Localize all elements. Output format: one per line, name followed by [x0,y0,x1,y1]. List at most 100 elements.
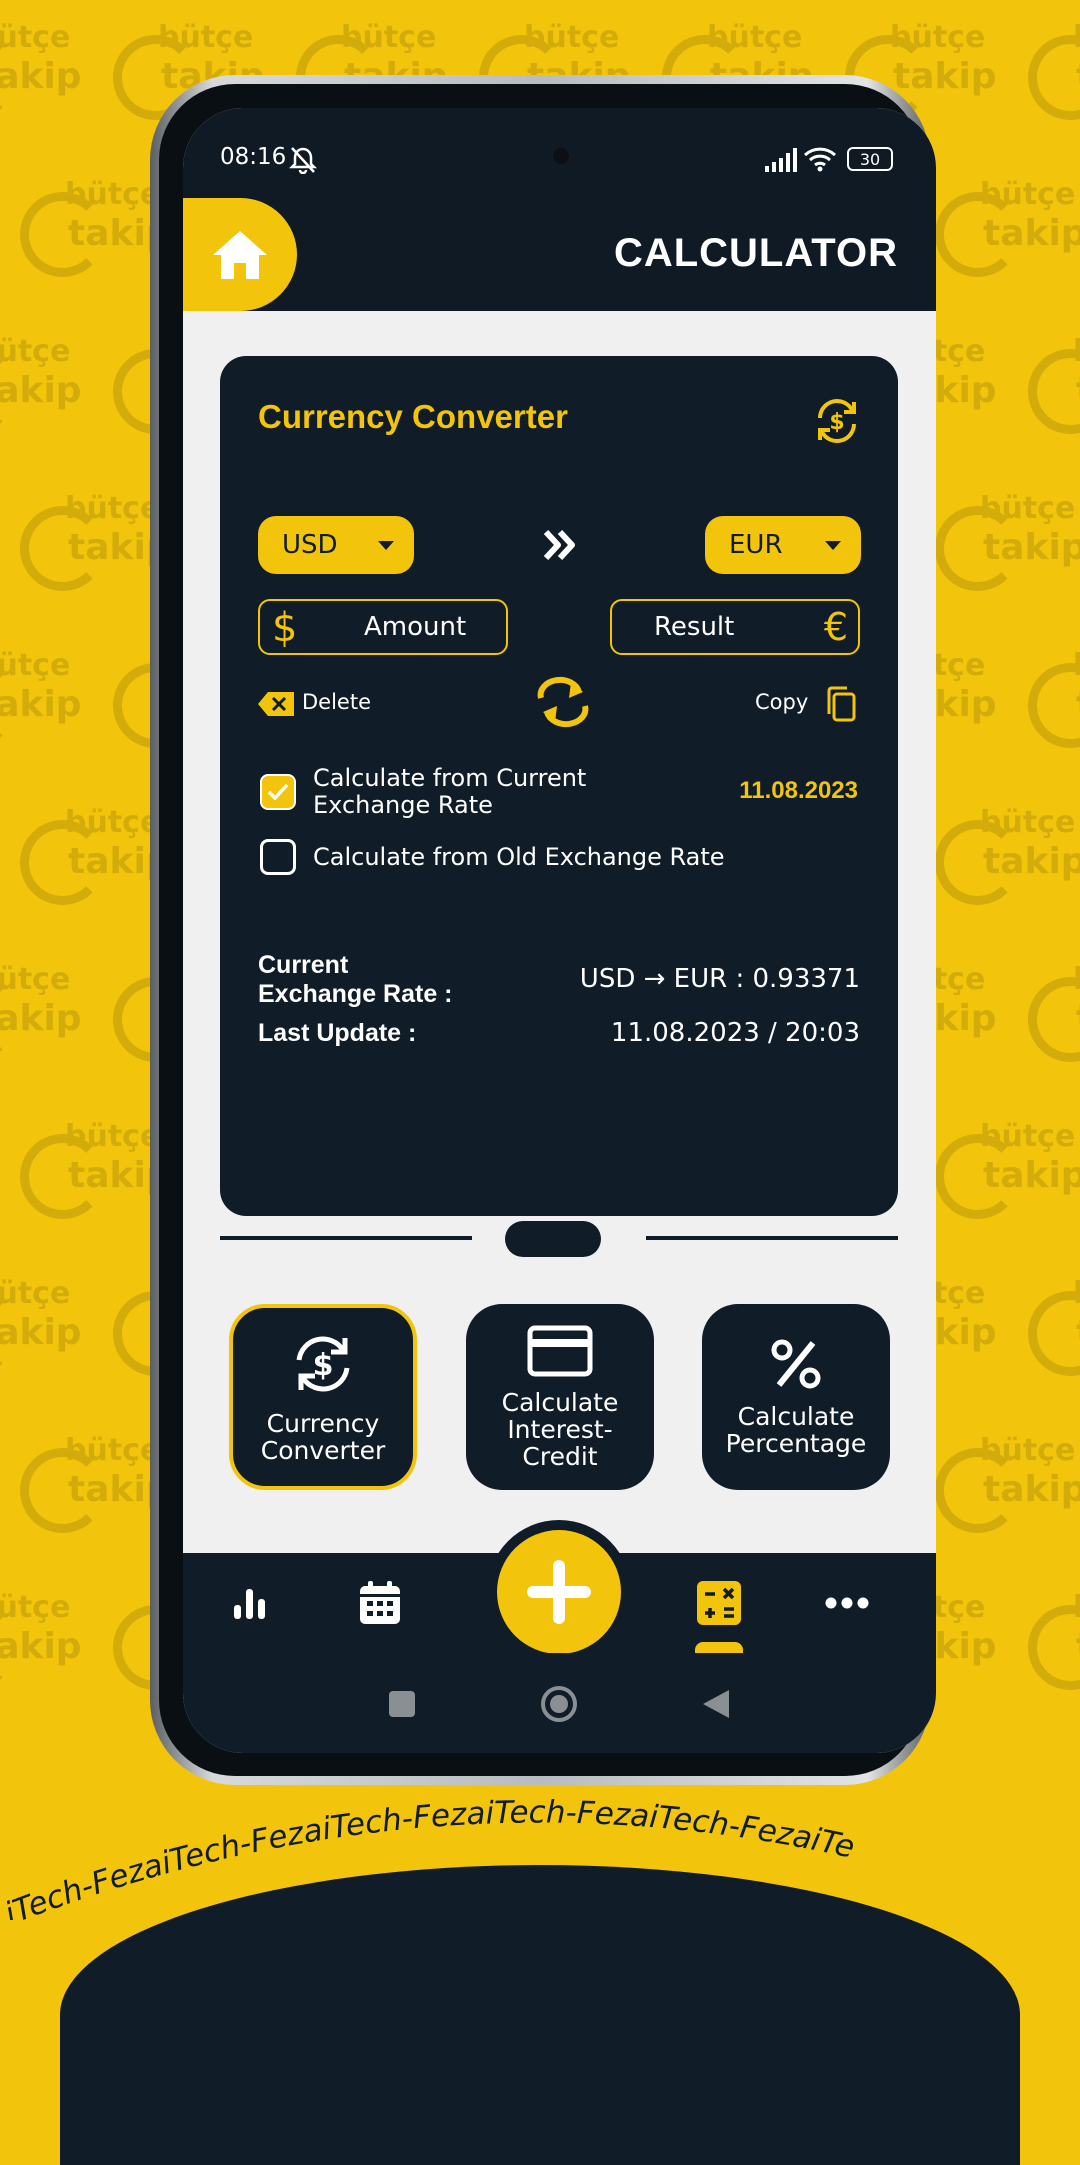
euro-icon: € [823,605,848,649]
watermark-logo: bütçetakip [935,805,1080,915]
watermark-logo: bütçetakip [935,1433,1080,1543]
watermark-logo: bütçetakip [1028,962,1080,1072]
svg-text:$: $ [829,410,844,435]
old-rate-checkbox[interactable] [260,839,296,875]
delete-label: Delete [302,690,371,714]
nav-statistics[interactable] [220,1573,280,1633]
amount-input[interactable]: $ Amount [258,599,508,655]
phone-frame: 08:16 30 CALCULATOR Currency Converter $… [150,75,936,1785]
more-icon [825,1597,869,1609]
result-placeholder: Result [654,612,735,642]
nav-more[interactable] [817,1573,877,1633]
branding-text: iTech-FezaiTech-FezaiTech-FezaiTech-Feza… [0,1794,858,1920]
plus-icon [527,1560,591,1624]
old-rate-label: Calculate from Old Exchange Rate [313,843,725,871]
watermark-logo: bütçetakip [20,1433,172,1543]
watermark-logo: bütçetakip [1028,1276,1080,1386]
card-title: Currency Converter [258,398,568,435]
watermark-logo: bütçetakip [935,177,1080,287]
calculator-icon [697,1581,741,1625]
bar-chart-icon [234,1589,265,1619]
battery-icon: 30 [847,147,893,171]
tile-label: Currency Converter [260,1409,386,1465]
double-arrow-icon [543,529,575,561]
tile-label: Calculate Percentage [725,1402,867,1458]
tile-currency-converter[interactable]: $ Currency Converter [229,1304,417,1490]
watermark-logo: bütçetakip [0,20,82,130]
rate-value: USD → EUR : 0.93371 [579,964,860,994]
watermark-logo: bütçetakip [0,962,82,1072]
credit-card-icon [527,1325,593,1376]
amount-placeholder: Amount [364,612,467,642]
status-bar: 08:16 30 [183,108,936,198]
svg-text:iTech-FezaiTech-FezaiTech-Feza: iTech-FezaiTech-FezaiTech-FezaiTech-Feza… [0,1794,858,1920]
status-time: 08:16 [220,144,287,170]
divider-handle [505,1221,601,1257]
last-update-value: 11.08.2023 / 20:03 [610,1018,860,1048]
backspace-icon [258,692,294,716]
home-button[interactable] [183,198,297,311]
delete-button[interactable]: Delete [258,688,378,720]
watermark-logo: bütçetakip [0,334,82,444]
current-rate-label: Calculate from Current Exchange Rate [313,764,587,819]
front-camera [549,144,573,168]
chevron-down-icon [825,541,841,550]
watermark-logo: bütçetakip [0,1276,82,1386]
tile-percentage[interactable]: Calculate Percentage [702,1304,890,1490]
app-header: CALCULATOR [183,198,936,311]
watermark-logo: bütçetakip [20,177,172,287]
recents-button[interactable] [381,1683,423,1725]
rate-label: Current Exchange Rate : [258,951,453,1008]
currency-converter-card: Currency Converter $ USD EUR $ Amount Re… [220,356,898,1216]
current-rate-date: 11.08.2023 [739,777,858,804]
copy-label: Copy [755,690,809,714]
watermark-logo: bütçetakip [1028,20,1080,130]
square-icon [389,1691,415,1717]
home-system-button[interactable] [538,1683,580,1725]
nav-calculator[interactable] [689,1573,749,1633]
tile-label: Calculate Interest- Credit [501,1387,619,1471]
result-field[interactable]: Result € [610,599,860,655]
to-currency-select[interactable]: EUR [705,516,861,574]
nav-calendar[interactable] [350,1573,410,1633]
home-icon [213,230,267,279]
wifi-icon [803,147,837,172]
currency-exchange-icon: $ [296,1336,350,1392]
percent-icon [771,1339,821,1389]
watermark-logo: bütçetakip [0,1590,82,1700]
svg-text:$: $ [313,1348,334,1383]
muted-bell-icon [288,147,318,174]
copy-icon [827,686,856,722]
page-title: CALCULATOR [613,231,898,275]
divider-right [646,1236,898,1240]
watermark-logo: bütçetakip [0,648,82,758]
watermark-logo: bütçetakip [20,1119,172,1229]
add-button[interactable] [497,1530,621,1654]
chevron-down-icon [378,541,394,550]
from-currency-value: USD [282,530,338,560]
divider-left [220,1236,472,1240]
watermark-logo: bütçetakip [20,805,172,915]
watermark-logo: bütçetakip [935,491,1080,601]
currency-exchange-icon[interactable]: $ [812,396,862,446]
system-navigation-bar [183,1653,936,1753]
watermark-logo: bütçetakip [1028,334,1080,444]
copy-button[interactable]: Copy [755,686,865,722]
circle-icon [541,1686,577,1722]
dollar-icon: $ [272,605,298,651]
swap-icon[interactable] [535,676,591,728]
watermark-logo: bütçetakip [1028,648,1080,758]
to-currency-value: EUR [729,530,783,560]
watermark-logo: bütçetakip [935,1119,1080,1229]
phone-bezel: 08:16 30 CALCULATOR Currency Converter $… [159,84,936,1776]
calendar-icon [360,1581,400,1624]
checkmark-icon [267,783,289,801]
last-update-label: Last Update : [258,1019,417,1047]
from-currency-select[interactable]: USD [258,516,414,574]
watermark-logo: bütçetakip [1028,1590,1080,1700]
back-button[interactable] [695,1683,737,1725]
watermark-logo: bütçetakip [20,491,172,601]
battery-level: 30 [859,149,881,169]
tile-interest-credit[interactable]: Calculate Interest- Credit [466,1304,654,1490]
current-rate-checkbox[interactable] [260,774,296,810]
